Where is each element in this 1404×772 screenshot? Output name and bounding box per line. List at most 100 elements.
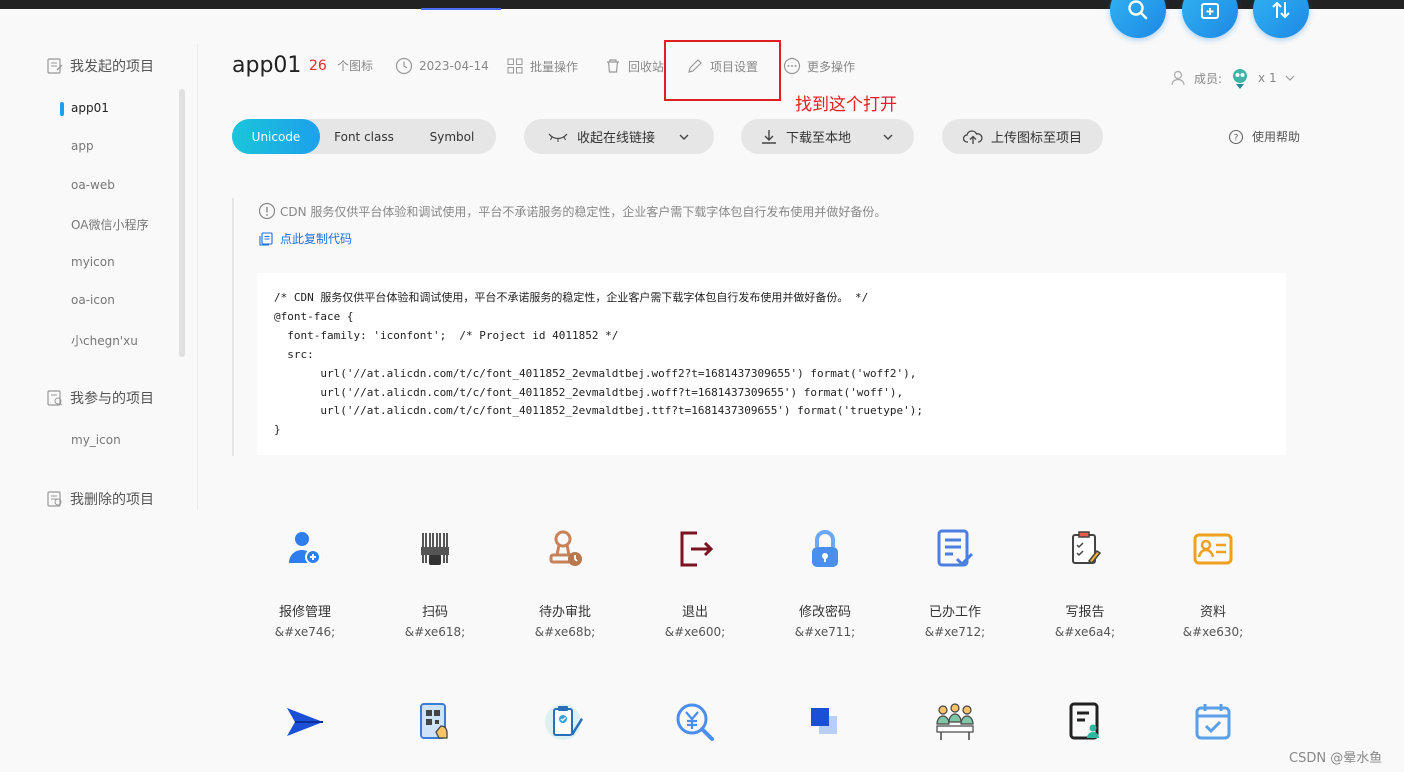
members-label: 成员: xyxy=(1194,71,1223,86)
code-line: } xyxy=(274,423,281,437)
clipboard-pen-icon xyxy=(545,704,583,740)
upload-icons-button[interactable]: 上传图标至项目 xyxy=(942,119,1103,154)
info-circle-icon xyxy=(258,202,276,220)
icon-card-logout[interactable]: 退出 &#xe600; xyxy=(630,527,760,639)
icon-card-document-user[interactable] xyxy=(1020,700,1150,744)
cdn-notice: CDN 服务仅供平台体验和调试使用，平台不承诺服务的稳定性，企业客户需下载字体包… xyxy=(258,202,886,220)
icon-code: &#xe712; xyxy=(924,625,986,639)
sidebar-item-myicon[interactable]: myicon xyxy=(71,255,115,269)
document-user-icon xyxy=(1069,702,1099,740)
code-line: src: xyxy=(274,347,314,361)
help-label: 使用帮助 xyxy=(1252,130,1301,144)
icon-name: 写报告 xyxy=(1065,605,1105,620)
icon-card-write-report[interactable]: 写报告 &#xe6a4; xyxy=(1020,527,1150,639)
batch-operations-button[interactable]: 批量操作 xyxy=(506,57,578,75)
download-local-button[interactable]: 下载至本地 xyxy=(741,119,914,154)
icon-card-calendar[interactable] xyxy=(1148,700,1278,744)
icon-card-repair[interactable]: 报修管理 &#xe746; xyxy=(240,527,370,639)
sidebar-item-xiaochengxu[interactable]: 小chegn'xu xyxy=(71,332,138,349)
icon-card-send[interactable] xyxy=(240,700,370,744)
yuan-search-icon xyxy=(676,703,714,741)
copy-icon xyxy=(259,231,273,246)
icon-card-phone-qr[interactable] xyxy=(370,700,500,744)
sidebar-item-my-icon[interactable]: my_icon xyxy=(71,433,121,447)
tab-unicode[interactable]: Unicode xyxy=(232,119,320,154)
project-list-icon xyxy=(47,58,63,74)
download-local-label: 下载至本地 xyxy=(785,131,851,146)
collapse-online-link-button[interactable]: 收起在线链接 xyxy=(524,119,714,154)
members-info[interactable]: 成员: x 1 xyxy=(1170,66,1297,90)
add-project-button[interactable] xyxy=(1182,0,1238,38)
chevron-down-icon xyxy=(1285,75,1295,81)
icon-card-team[interactable] xyxy=(890,700,1020,744)
code-line: /* CDN 服务仅供平台体验和调试使用，平台不承诺服务的稳定性，企业客户需下载… xyxy=(274,291,869,304)
sort-arrows-icon xyxy=(1272,1,1290,19)
batch-operations-label: 批量操作 xyxy=(530,59,579,74)
help-link[interactable]: ? 使用帮助 xyxy=(1228,128,1300,145)
phone-qr-icon xyxy=(420,703,448,739)
icon-card-profile[interactable]: 资料 &#xe630; xyxy=(1148,527,1278,639)
done-list-icon xyxy=(937,529,974,567)
icon-card-yuan-search[interactable] xyxy=(630,700,760,744)
chevron-down-icon xyxy=(883,134,893,140)
sidebar-item-app01[interactable]: app01 xyxy=(71,101,109,115)
tab-symbol[interactable]: Symbol xyxy=(408,119,496,154)
repair-user-icon xyxy=(289,532,321,565)
sidebar-item-oa-wechat[interactable]: OA微信小程序 xyxy=(71,216,148,233)
code-line: url('//at.alicdn.com/t/c/font_4011852_2e… xyxy=(274,366,917,380)
css-code-block[interactable]: /* CDN 服务仅供平台体验和调试使用，平台不承诺服务的稳定性，企业客户需下载… xyxy=(257,273,1286,455)
icon-code: &#xe6a4; xyxy=(1054,625,1116,639)
deleted-list-icon xyxy=(47,491,62,507)
project-sidebar: 我发起的项目 app01 app oa-web OA微信小程序 myicon o… xyxy=(36,44,198,510)
members-count: x 1 xyxy=(1258,71,1277,85)
notice-left-border xyxy=(232,198,234,456)
tab-font-class[interactable]: Font class xyxy=(320,119,408,154)
collapse-online-link-label: 收起在线链接 xyxy=(576,131,655,146)
sidebar-scrollbar[interactable] xyxy=(179,89,185,357)
icon-name: 资料 xyxy=(1199,605,1226,620)
sort-button[interactable] xyxy=(1253,0,1309,38)
deleted-projects-heading[interactable]: 我删除的项目 xyxy=(46,489,154,509)
joined-projects-heading[interactable]: 我参与的项目 xyxy=(46,388,154,408)
joined-projects-label: 我参与的项目 xyxy=(70,391,154,407)
sidebar-item-oa-icon[interactable]: oa-icon xyxy=(71,293,115,307)
folder-plus-icon xyxy=(1201,3,1219,19)
icon-code: &#xe746; xyxy=(274,625,336,639)
icon-card-done-work[interactable]: 已办工作 &#xe712; xyxy=(890,527,1020,639)
search-icon xyxy=(1128,0,1148,20)
paper-plane-icon xyxy=(287,708,323,736)
date-text: 2023-04-14 xyxy=(419,59,489,73)
question-circle-icon: ? xyxy=(1228,129,1244,144)
icon-card-change-password[interactable]: 修改密码 &#xe711; xyxy=(760,527,890,639)
icon-code: &#xe600; xyxy=(664,625,726,639)
my-projects-label: 我发起的项目 xyxy=(70,59,154,75)
sidebar-item-oa-web[interactable]: oa-web xyxy=(71,178,115,192)
deleted-projects-label: 我删除的项目 xyxy=(70,492,154,508)
annotation-text: 找到这个打开 xyxy=(795,95,897,115)
id-card-icon xyxy=(1193,533,1233,565)
eye-closed-icon xyxy=(548,133,568,142)
recycle-bin-button[interactable]: 回收站 xyxy=(604,57,666,75)
icon-card-scan[interactable]: 扫码 &#xe618; xyxy=(370,527,500,639)
icon-code: &#xe630; xyxy=(1182,625,1244,639)
copy-code-label: 点此复制代码 xyxy=(280,232,353,246)
search-button[interactable] xyxy=(1110,0,1166,38)
icon-name: 报修管理 xyxy=(278,605,331,620)
copy-code-link[interactable]: 点此复制代码 xyxy=(258,230,352,247)
my-projects-heading[interactable]: 我发起的项目 xyxy=(46,56,154,76)
code-line: url('//at.alicdn.com/t/c/font_4011852_2e… xyxy=(274,385,904,399)
cdn-notice-text: CDN 服务仅供平台体验和调试使用，平台不承诺服务的稳定性，企业客户需下载字体包… xyxy=(280,204,887,219)
icon-card-approval[interactable]: 待办审批 &#xe68b; xyxy=(500,527,630,639)
icon-count-label: 个图标 xyxy=(337,59,374,73)
icon-card-clipboard[interactable] xyxy=(500,700,630,744)
more-operations-button[interactable]: 更多操作 xyxy=(783,57,855,75)
icon-code: &#xe711; xyxy=(794,625,856,639)
sidebar-item-app[interactable]: app xyxy=(71,139,94,153)
icon-card-layers[interactable] xyxy=(760,700,890,744)
icon-code: &#xe618; xyxy=(404,625,466,639)
user-icon xyxy=(1171,70,1185,86)
member-avatar xyxy=(1233,69,1248,89)
joined-list-icon xyxy=(47,390,63,406)
cloud-upload-icon xyxy=(962,129,983,144)
code-line: font-family: 'iconfont'; /* Project id 4… xyxy=(274,328,619,342)
